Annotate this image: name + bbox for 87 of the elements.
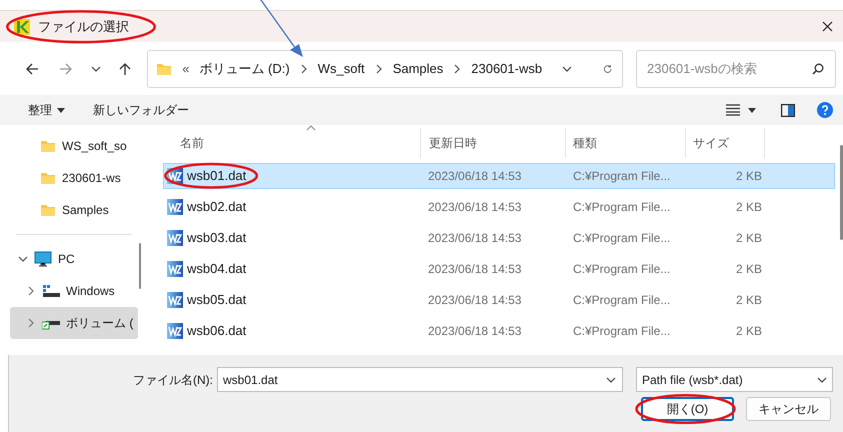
file-icon [167, 292, 183, 308]
file-size: 2 KB [734, 199, 763, 216]
file-name: wsb04.dat [187, 260, 246, 278]
file-type: C:¥Program File... [572, 292, 672, 309]
file-row[interactable]: wsb01.dat 2023/06/18 14:53 C:¥Program File... 2 KB [163, 163, 835, 189]
nav-item[interactable]: Windows [10, 275, 138, 307]
path-segment[interactable]: Ws_soft [318, 58, 365, 78]
collapsed-chevron-icon[interactable] [26, 286, 36, 296]
file-size: 2 KB [734, 261, 763, 278]
file-date: 2023/06/18 14:53 [427, 261, 522, 278]
file-icon [167, 323, 183, 339]
folder-icon [40, 203, 56, 217]
file-date: 2023/06/18 14:53 [427, 323, 522, 340]
nav-item[interactable]: WS_soft_so [10, 130, 138, 162]
file-name: wsb02.dat [187, 198, 246, 216]
file-type: C:¥Program File... [572, 199, 672, 216]
file-size: 2 KB [734, 230, 763, 247]
file-row[interactable]: wsb03.dat 2023/06/18 14:53 C:¥Program File... 2 KB [163, 225, 835, 251]
folder-icon [40, 139, 56, 153]
file-row[interactable]: wsb04.dat 2023/06/18 14:53 C:¥Program File... 2 KB [163, 256, 835, 282]
dropdown-chevron-icon [817, 376, 827, 384]
file-name: wsb05.dat [187, 291, 246, 310]
expanded-chevron-icon[interactable] [18, 254, 28, 264]
scrollbar-thumb[interactable] [139, 243, 141, 289]
cancel-button[interactable]: キャンセル [746, 397, 831, 421]
sort-ascending-icon [306, 125, 316, 131]
forward-icon [58, 60, 74, 76]
file-size: 2 KB [734, 292, 763, 309]
organize-button[interactable]: 整理 [28, 101, 65, 119]
list-view-icon [726, 104, 740, 116]
file-size: 2 KB [734, 323, 763, 340]
folder-icon [156, 62, 172, 76]
file-name-field[interactable]: wsb01.dat [217, 367, 623, 392]
drive-icon [42, 284, 60, 298]
scrollbar-thumb[interactable] [840, 145, 843, 240]
file-row[interactable]: wsb06.dat 2023/06/18 14:53 C:¥Program File... 2 KB [163, 318, 835, 344]
view-options-button[interactable] [726, 104, 756, 116]
dropdown-chevron-icon[interactable] [606, 376, 616, 384]
nav-item[interactable]: 230601-ws [10, 162, 138, 194]
column-header[interactable]: 種類 [565, 128, 685, 158]
column-header[interactable]: 更新日時 [420, 128, 565, 158]
file-icon [167, 261, 183, 277]
column-header[interactable]: サイズ [685, 128, 765, 158]
dropdown-chevron-icon [562, 64, 572, 72]
file-name: wsb06.dat [187, 322, 246, 340]
file-type-dropdown[interactable]: Path file (wsb*.dat) [636, 367, 833, 392]
column-header[interactable]: 名前 [163, 128, 420, 158]
preview-pane-icon[interactable] [781, 104, 795, 116]
file-size: 2 KB [734, 168, 763, 185]
file-type: C:¥Program File... [572, 168, 672, 185]
back-icon [24, 60, 40, 76]
file-date: 2023/06/18 14:53 [427, 168, 522, 185]
path-segment[interactable]: ボリューム (D:) [199, 58, 290, 78]
search-field[interactable]: 230601-wsbの検索 [636, 50, 836, 88]
caret-icon [748, 108, 756, 112]
folder-icon [40, 171, 56, 185]
file-icon [167, 230, 183, 246]
file-name: wsb01.dat [187, 167, 246, 186]
file-row[interactable]: wsb02.dat 2023/06/18 14:53 C:¥Program File... 2 KB [163, 194, 835, 220]
new-folder-button[interactable]: 新しいフォルダー [93, 101, 189, 119]
file-icon [167, 199, 183, 215]
separator-chevron-icon [453, 64, 462, 74]
collapsed-chevron-icon[interactable] [26, 318, 36, 328]
caret-icon [57, 108, 65, 112]
monitor-icon [34, 251, 52, 267]
nav-item[interactable]: PC [10, 243, 138, 275]
file-name: wsb03.dat [187, 229, 246, 248]
close-icon [822, 21, 832, 32]
app-logo-icon [14, 18, 30, 34]
separator-chevron-icon [374, 64, 383, 74]
help-icon[interactable] [817, 102, 833, 118]
nav-item[interactable]: Samples [10, 194, 138, 226]
window-title: ファイルの選択 [38, 18, 129, 36]
file-type: C:¥Program File... [572, 230, 672, 247]
nav-item[interactable]: ボリューム ( [10, 307, 138, 339]
file-type: C:¥Program File... [572, 323, 672, 340]
separator-chevron-icon [300, 64, 308, 74]
file-date: 2023/06/18 14:53 [427, 292, 522, 309]
overflow-chevron[interactable]: « [182, 58, 190, 78]
search-icon [812, 62, 824, 74]
file-date: 2023/06/18 14:53 [427, 230, 522, 247]
file-name-label: ファイル名(N): [133, 372, 214, 388]
path-segment[interactable]: 230601-wsb [471, 58, 542, 78]
file-date: 2023/06/18 14:53 [427, 199, 522, 216]
file-row[interactable]: wsb05.dat 2023/06/18 14:53 C:¥Program File... 2 KB [163, 287, 835, 313]
file-type: C:¥Program File... [572, 261, 672, 278]
path-segment[interactable]: Samples [392, 58, 444, 78]
